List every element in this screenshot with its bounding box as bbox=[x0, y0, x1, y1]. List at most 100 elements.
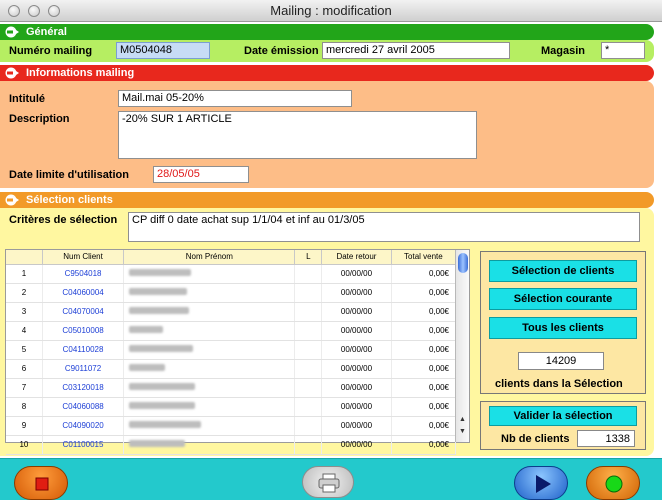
row-index: 7 bbox=[6, 378, 43, 398]
date-retour-cell: 00/00/00 bbox=[321, 321, 392, 341]
row-index: 5 bbox=[6, 340, 43, 360]
l-cell bbox=[294, 302, 323, 322]
client-number[interactable]: C04060004 bbox=[42, 283, 125, 303]
row-index: 9 bbox=[6, 416, 43, 436]
l-cell bbox=[294, 359, 323, 379]
date-retour-cell: 00/00/00 bbox=[321, 283, 392, 303]
section-general-header: Général bbox=[0, 24, 654, 40]
table-header-row: Num Client Nom Prénom L Date retour Tota… bbox=[6, 250, 457, 265]
client-number[interactable]: C04060088 bbox=[42, 397, 125, 417]
intitule-field[interactable]: Mail.mai 05-20% bbox=[118, 90, 352, 107]
l-cell bbox=[294, 264, 323, 284]
play-icon bbox=[536, 475, 551, 493]
clients-table[interactable]: Num Client Nom Prénom L Date retour Tota… bbox=[5, 249, 470, 455]
table-row[interactable]: 1 C9504018 00/00/00 0,00€ bbox=[6, 264, 457, 284]
date-retour-cell: 00/00/00 bbox=[321, 397, 392, 417]
magasin-field[interactable]: * bbox=[601, 42, 645, 59]
client-name bbox=[123, 397, 296, 417]
date-retour-cell: 00/00/00 bbox=[321, 302, 392, 322]
column-header-l[interactable]: L bbox=[294, 250, 323, 265]
numero-mailing-field[interactable]: M0504048 bbox=[116, 42, 210, 59]
print-button[interactable] bbox=[302, 466, 354, 498]
minimize-window-button[interactable] bbox=[28, 5, 40, 17]
row-index: 2 bbox=[6, 283, 43, 303]
l-cell bbox=[294, 321, 323, 341]
table-row[interactable]: 2 C04060004 00/00/00 0,00€ bbox=[6, 283, 457, 303]
date-limite-field[interactable]: 28/05/05 bbox=[153, 166, 249, 183]
stop-button[interactable] bbox=[14, 466, 68, 500]
scroll-down-icon[interactable]: ▼ bbox=[459, 428, 466, 435]
table-row[interactable]: 3 C04070004 00/00/00 0,00€ bbox=[6, 302, 457, 322]
date-emission-label: Date émission bbox=[244, 45, 319, 57]
column-header-date-retour[interactable]: Date retour bbox=[321, 250, 392, 265]
criteres-field[interactable]: CP diff 0 date achat sup 1/1/04 et inf a… bbox=[128, 212, 640, 242]
row-index: 8 bbox=[6, 397, 43, 417]
scroll-up-icon[interactable]: ▲ bbox=[459, 416, 466, 423]
total-vente-cell: 0,00€ bbox=[391, 302, 457, 322]
table-row[interactable]: 5 C04110028 00/00/00 0,00€ bbox=[6, 340, 457, 360]
clients-grid: Num Client Nom Prénom L Date retour Tota… bbox=[6, 250, 457, 455]
column-header-nom-prenom[interactable]: Nom Prénom bbox=[123, 250, 296, 265]
client-name bbox=[123, 435, 296, 455]
tous-les-clients-button[interactable]: Tous les clients bbox=[489, 317, 637, 339]
l-cell bbox=[294, 435, 323, 455]
description-label: Description bbox=[9, 113, 70, 125]
table-row[interactable]: 10 C01100015 00/00/00 0,00€ bbox=[6, 435, 457, 455]
l-cell bbox=[294, 340, 323, 360]
scrollbar-thumb[interactable] bbox=[458, 253, 468, 273]
arrow-right-icon bbox=[5, 194, 19, 206]
arrow-right-icon bbox=[5, 67, 19, 79]
total-vente-cell: 0,00€ bbox=[391, 435, 457, 455]
table-row[interactable]: 4 C05010008 00/00/00 0,00€ bbox=[6, 321, 457, 341]
close-window-button[interactable] bbox=[8, 5, 20, 17]
column-header-total-vente[interactable]: Total vente bbox=[391, 250, 457, 265]
selection-count-caption: clients dans la Sélection bbox=[495, 378, 623, 390]
next-button[interactable] bbox=[514, 466, 568, 500]
section-info-panel: Intitulé Mail.mai 05-20% Description -20… bbox=[0, 81, 654, 188]
total-vente-cell: 0,00€ bbox=[391, 378, 457, 398]
client-number[interactable]: C9504018 bbox=[42, 264, 125, 284]
zoom-window-button[interactable] bbox=[48, 5, 60, 17]
column-header-num-client[interactable]: Num Client bbox=[42, 250, 125, 265]
selection-actions-panel: Sélection de clients Sélection courante … bbox=[480, 251, 646, 394]
total-vente-cell: 0,00€ bbox=[391, 283, 457, 303]
client-number[interactable]: C03120018 bbox=[42, 378, 125, 398]
total-vente-cell: 0,00€ bbox=[391, 359, 457, 379]
date-retour-cell: 00/00/00 bbox=[321, 378, 392, 398]
table-row[interactable]: 9 C04090020 00/00/00 0,00€ bbox=[6, 416, 457, 436]
section-info-title: Informations mailing bbox=[26, 67, 135, 79]
client-name bbox=[123, 321, 296, 341]
selection-de-clients-button[interactable]: Sélection de clients bbox=[489, 260, 637, 282]
client-number[interactable]: C04090020 bbox=[42, 416, 125, 436]
section-selection-header: Sélection clients bbox=[0, 192, 654, 208]
client-name bbox=[123, 264, 296, 284]
column-header-index[interactable] bbox=[6, 250, 43, 265]
l-cell bbox=[294, 378, 323, 398]
validate-button[interactable] bbox=[586, 466, 640, 500]
table-row[interactable]: 6 C9011072 00/00/00 0,00€ bbox=[6, 359, 457, 379]
date-retour-cell: 00/00/00 bbox=[321, 416, 392, 436]
row-index: 1 bbox=[6, 264, 43, 284]
table-row[interactable]: 7 C03120018 00/00/00 0,00€ bbox=[6, 378, 457, 398]
valider-selection-button[interactable]: Valider la sélection bbox=[489, 406, 637, 426]
validation-panel: Valider la sélection Nb de clients 1338 bbox=[480, 401, 646, 450]
client-number[interactable]: C04110028 bbox=[42, 340, 125, 360]
table-scrollbar[interactable]: ▲ ▼ bbox=[455, 250, 469, 442]
printer-icon bbox=[318, 473, 340, 493]
selection-courante-button[interactable]: Sélection courante bbox=[489, 288, 637, 310]
client-number[interactable]: C9011072 bbox=[42, 359, 125, 379]
client-number[interactable]: C05010008 bbox=[42, 321, 125, 341]
row-index: 10 bbox=[6, 435, 43, 455]
client-number[interactable]: C04070004 bbox=[42, 302, 125, 322]
l-cell bbox=[294, 397, 323, 417]
l-cell bbox=[294, 283, 323, 303]
table-row[interactable]: 8 C04060088 00/00/00 0,00€ bbox=[6, 397, 457, 417]
total-vente-cell: 0,00€ bbox=[391, 264, 457, 284]
total-vente-cell: 0,00€ bbox=[391, 321, 457, 341]
row-index: 4 bbox=[6, 321, 43, 341]
description-textarea[interactable]: -20% SUR 1 ARTICLE bbox=[118, 111, 477, 159]
numero-mailing-label: Numéro mailing bbox=[9, 45, 93, 57]
client-number[interactable]: C01100015 bbox=[42, 435, 125, 455]
date-emission-field[interactable]: mercredi 27 avril 2005 bbox=[322, 42, 510, 59]
nb-clients-field: 1338 bbox=[577, 430, 635, 447]
